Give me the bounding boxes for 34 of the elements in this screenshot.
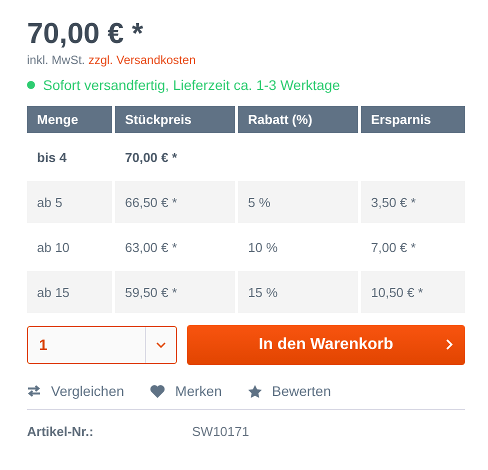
- table-cell: 15 %: [238, 271, 358, 313]
- table-cell: 5 %: [238, 181, 358, 223]
- column-header: Stückpreis: [115, 106, 235, 133]
- tax-note: inkl. MwSt. zzgl. Versandkosten: [27, 53, 197, 67]
- table-cell-text: 10 %: [247, 238, 279, 256]
- remember-link[interactable]: Merken: [150, 383, 222, 399]
- chevron-right-icon: [446, 339, 453, 350]
- table-cell: 3,50 € *: [361, 181, 465, 223]
- article-number: SW10171: [192, 424, 250, 439]
- add-to-cart-button[interactable]: In den Warenkorb: [187, 325, 465, 365]
- table-cell-text: 7,00 € *: [370, 238, 417, 256]
- compare-link[interactable]: Vergleichen: [27, 383, 124, 399]
- table-cell-text: ab 10: [36, 238, 71, 256]
- quantity-select[interactable]: 1: [27, 326, 177, 364]
- delivery-info: Sofort versandfertig, Lieferzeit ca. 1-3 Werktage: [43, 77, 340, 93]
- star-icon: [248, 384, 262, 398]
- shipping-link[interactable]: zzgl. Versandkosten: [88, 53, 196, 67]
- swap-arrows-icon: [27, 385, 41, 397]
- table-cell: ab 15: [27, 271, 112, 313]
- column-header: Menge: [27, 106, 112, 133]
- table-cell: 59,50 € *: [115, 271, 235, 313]
- table-cell: 66,50 € *: [115, 181, 235, 223]
- chevron-down-icon: [156, 342, 166, 348]
- heart-icon: [150, 384, 166, 398]
- table-cell-text: 70,00 € *: [124, 148, 178, 166]
- rate-link[interactable]: Bewerten: [248, 383, 332, 399]
- article-number-label: Artikel-Nr.:: [27, 424, 94, 439]
- price: 70,00 € *: [27, 18, 144, 50]
- table-cell: ab 5: [27, 181, 112, 223]
- table-cell-text: 63,00 € *: [124, 238, 178, 256]
- table-cell-text: bis 4: [36, 148, 68, 166]
- column-header: Rabatt (%): [238, 106, 358, 133]
- table-cell: 10,50 € *: [361, 271, 465, 313]
- column-header: Ersparnis: [361, 106, 465, 133]
